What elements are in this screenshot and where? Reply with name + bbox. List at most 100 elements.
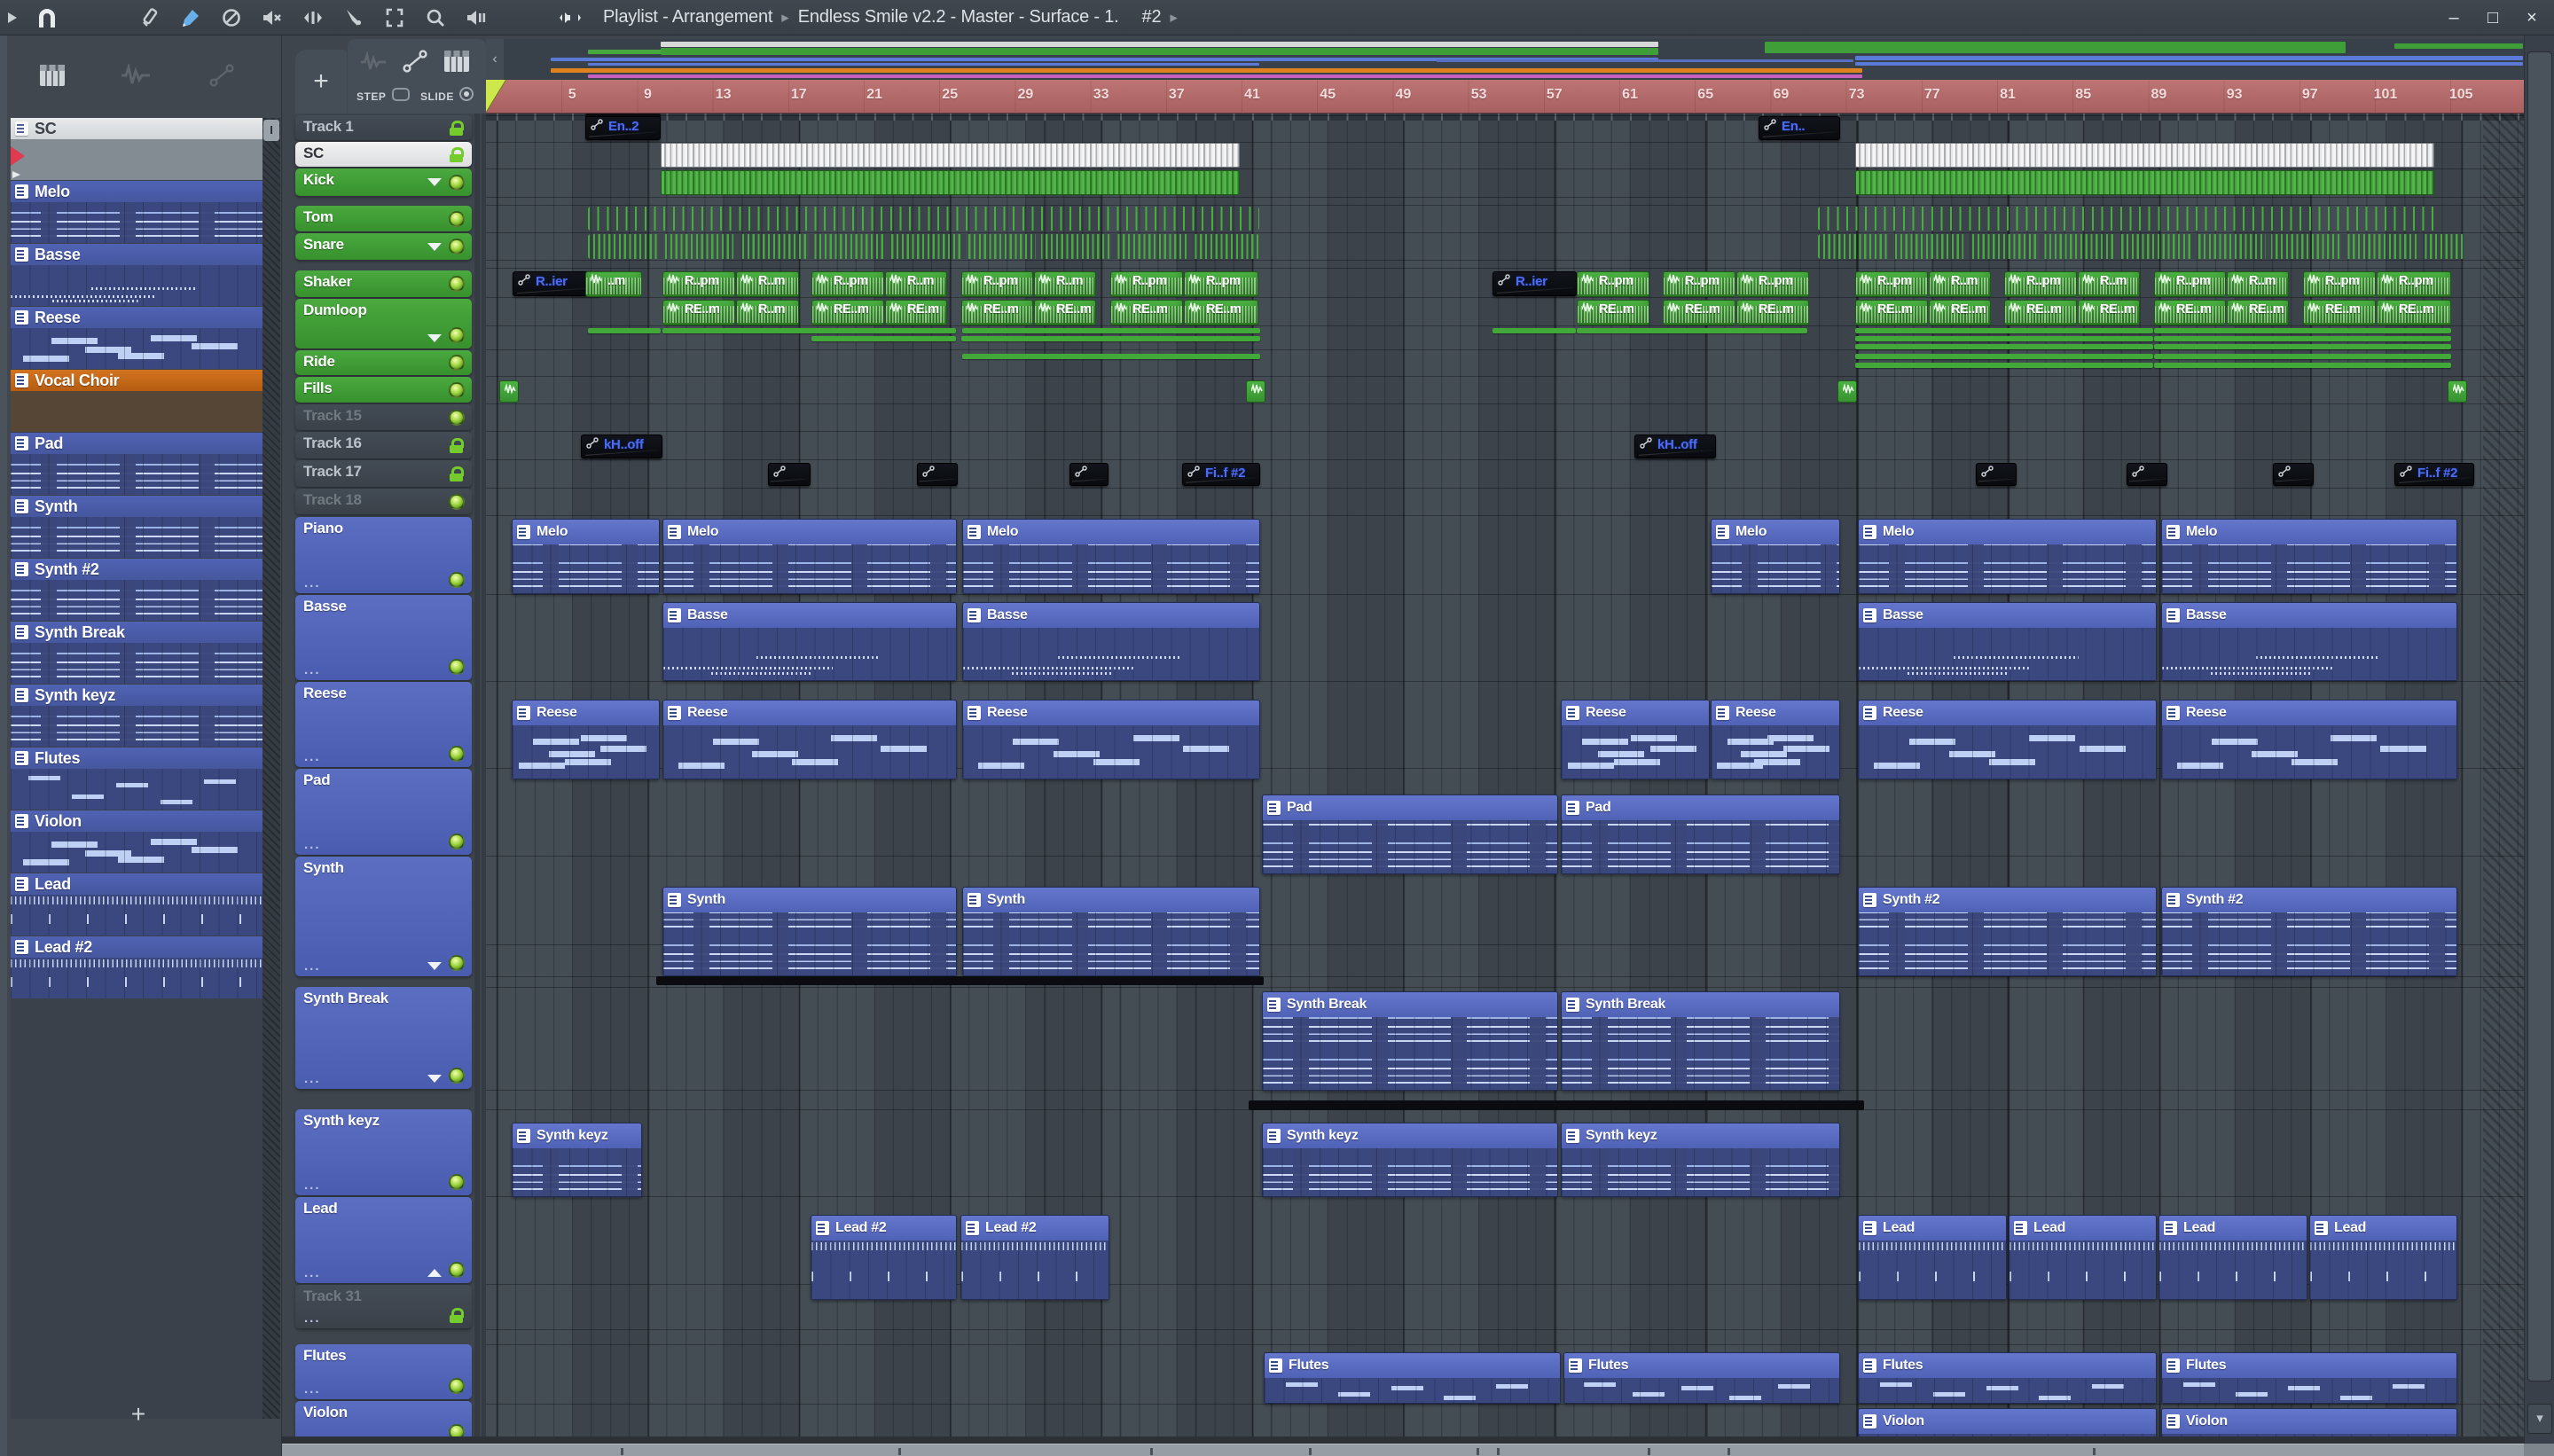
track-header-dumloop[interactable]: Dumloop [295, 299, 472, 348]
track-header-tom[interactable]: Tom [295, 206, 472, 231]
track-header-piano[interactable]: Piano... [295, 517, 472, 593]
clip-tbar[interactable] [662, 328, 956, 333]
clip-re-m[interactable]: RE..m [1110, 300, 1183, 325]
clip-melo[interactable]: Melo [962, 519, 1260, 594]
clip-auto[interactable] [768, 463, 811, 486]
slide-mode-icon[interactable] [403, 50, 427, 77]
clip-r-m[interactable]: R..m [2227, 271, 2289, 297]
track-options-dots[interactable]: ... [304, 1382, 321, 1397]
stretch-icon[interactable] [298, 3, 328, 33]
pattern-item-sc[interactable]: SC [11, 118, 262, 180]
clip-synth-2[interactable]: Synth #2 [2161, 887, 2457, 976]
pattern-item-synth-break[interactable]: Synth Break [11, 622, 262, 684]
clip-flag[interactable] [499, 380, 519, 403]
clip-basse[interactable]: Basse [962, 602, 1260, 681]
track-header-sc[interactable]: SC [295, 142, 472, 167]
track-mute-led[interactable] [449, 409, 465, 426]
track-mute-led[interactable] [449, 381, 465, 398]
pattern-item-violon[interactable]: Violon [11, 810, 262, 873]
pattern-item-vocal-choir[interactable]: Vocal Choir [11, 370, 262, 432]
track-mute-led[interactable] [449, 327, 465, 343]
curve-tab-icon[interactable] [209, 64, 234, 91]
pattern-item-melo[interactable]: Melo [11, 181, 262, 243]
slice-icon[interactable] [339, 3, 369, 33]
clip-pad[interactable]: Pad [1561, 795, 1840, 874]
pattern-item-synth[interactable]: Synth [11, 496, 262, 558]
track-header-track-1[interactable]: Track 1 [295, 115, 472, 140]
clip-tbar[interactable] [962, 354, 1260, 359]
clip-gsparse[interactable] [588, 207, 1259, 231]
clip-gsparse[interactable] [1818, 207, 2436, 231]
clip-flag[interactable] [1246, 380, 1265, 403]
clip-tbar[interactable] [2154, 354, 2451, 359]
piano-tab-icon[interactable] [39, 64, 66, 91]
track-group-arrow-down[interactable] [427, 178, 442, 186]
fl-logo-icon[interactable] [32, 3, 62, 33]
track-header-track-18[interactable]: Track 18 [295, 489, 472, 514]
track-lock-icon[interactable] [450, 1308, 464, 1323]
pattern-scrollbar-thumb[interactable]: I [263, 120, 279, 141]
mute-icon[interactable] [216, 3, 247, 33]
select-icon[interactable] [380, 3, 410, 33]
track-mute-led[interactable] [449, 955, 465, 971]
clip-auto[interactable] [2127, 463, 2167, 486]
vertical-scrollbar-thumb[interactable] [2527, 51, 2552, 1382]
step-toggle[interactable] [392, 88, 410, 101]
clip-lead[interactable]: Lead [2158, 1215, 2307, 1300]
clip-reese[interactable]: Reese [1711, 700, 1840, 779]
clip-flag[interactable] [1837, 380, 1857, 403]
track-header-synth-keyz[interactable]: Synth keyz... [295, 1109, 472, 1195]
clip-fi-f-2[interactable]: Fi..f #2 [2394, 463, 2474, 486]
vertical-scrollbar[interactable]: ▾ [2524, 35, 2554, 1444]
clip-tbar[interactable] [1855, 363, 2153, 368]
clip-re-m[interactable]: RE..m [662, 300, 735, 325]
clip-basse[interactable]: Basse [662, 602, 957, 681]
clip-lead[interactable]: Lead [2009, 1215, 2157, 1300]
track-header-snare[interactable]: Snare [295, 233, 472, 260]
clip-synth-2[interactable]: Synth #2 [1858, 887, 2157, 976]
track-group-arrow-down[interactable] [427, 962, 442, 970]
track-options-dots[interactable]: ... [304, 1311, 321, 1326]
clip-basse[interactable]: Basse [1858, 602, 2157, 681]
clip-r-m[interactable]: R..m [1929, 271, 1991, 297]
clip-re-m[interactable]: RE..m [1855, 300, 1928, 325]
clip-pad[interactable]: Pad [1262, 795, 1558, 874]
track-header-track-16[interactable]: Track 16 [295, 432, 472, 458]
clip-gdense[interactable] [1818, 234, 2464, 259]
clip-r-pm[interactable]: R..pm [1110, 271, 1183, 297]
track-mute-led[interactable] [449, 1174, 465, 1190]
clip-lead[interactable]: Lead [2309, 1215, 2457, 1300]
track-header-reese[interactable]: Reese... [295, 682, 472, 767]
track-mute-led[interactable] [449, 355, 465, 371]
clip-r-pm[interactable]: R..pm [1855, 271, 1928, 297]
clip-melo[interactable]: Melo [1858, 519, 2157, 594]
clip-re-m[interactable]: RE..m [2078, 300, 2140, 325]
playlist-grid[interactable]: En..2 En.. R..ier R..ier ..m R..pm R..m R..pm R.… [486, 114, 2524, 1456]
pattern-scrollbar[interactable]: I [262, 118, 280, 1419]
track-options-dots[interactable]: ... [304, 1178, 321, 1193]
clip-r-m[interactable]: R..m [736, 271, 799, 297]
paint-icon[interactable] [176, 3, 206, 33]
clip-r-pm[interactable]: R..pm [2154, 271, 2226, 297]
track-options-dots[interactable]: ... [304, 837, 321, 852]
clip-tbar[interactable] [961, 336, 1260, 341]
track-mute-led[interactable] [449, 239, 465, 254]
clip-tbar[interactable] [1855, 354, 2153, 359]
track-options-dots[interactable]: ... [304, 1071, 321, 1086]
clip-synth[interactable]: Synth [962, 887, 1260, 976]
clip-lead-2[interactable]: Lead #2 [960, 1215, 1109, 1300]
clip-en-[interactable]: En.. [1759, 116, 1840, 140]
track-mute-led[interactable] [449, 1378, 465, 1394]
track-mute-led[interactable] [449, 746, 465, 762]
track-mute-led[interactable] [449, 1262, 465, 1278]
horizontal-scrollbar[interactable] [282, 1444, 2524, 1456]
clip-melo[interactable]: Melo [512, 519, 660, 594]
clip-re-m[interactable]: RE..m [1736, 300, 1809, 325]
track-header-lead[interactable]: Lead... [295, 1197, 472, 1283]
clip-re-m[interactable]: RE..m [1929, 300, 1991, 325]
track-mute-led[interactable] [449, 572, 465, 588]
clip-flutes[interactable]: Flutes [2161, 1352, 2457, 1404]
clip-kh-off[interactable]: kH..off [1634, 434, 1716, 458]
clip-synth-keyz[interactable]: Synth keyz [512, 1123, 642, 1197]
clip-fi-f-2[interactable]: Fi..f #2 [1182, 463, 1260, 486]
